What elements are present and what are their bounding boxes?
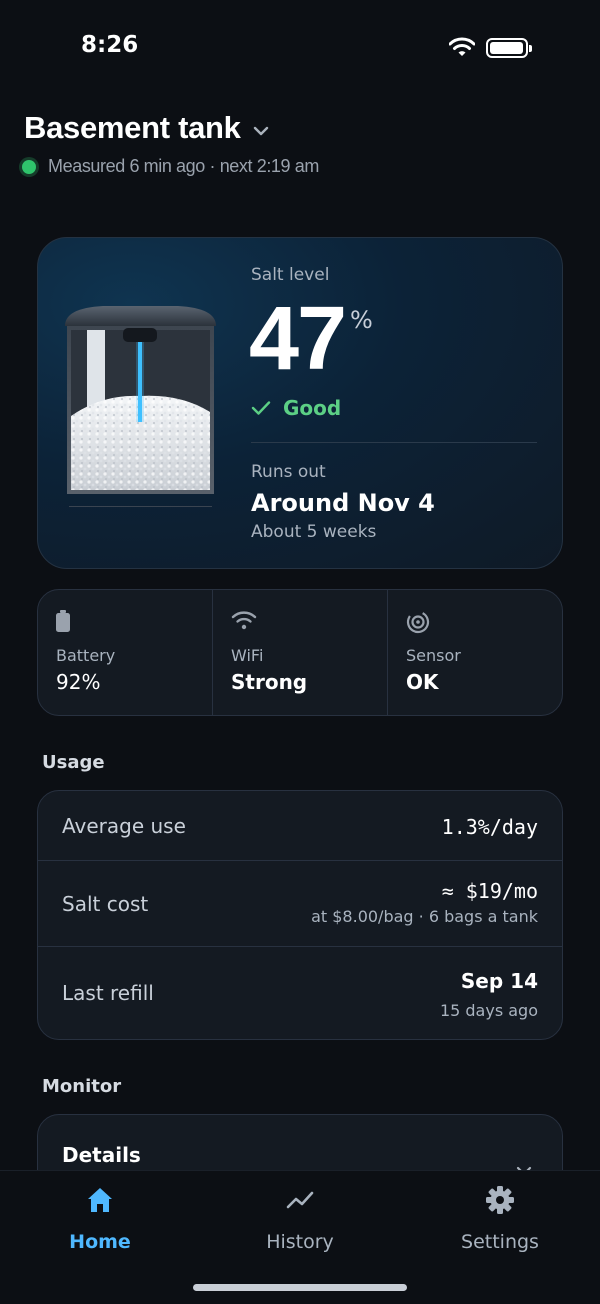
wifi-status-icon <box>448 37 476 61</box>
wifi-label: WiFi <box>231 646 264 665</box>
tab-history[interactable]: History <box>200 1185 400 1253</box>
status-dot-icon <box>22 159 36 174</box>
measured-status: Measured 6 min ago · next 2:19 am <box>22 156 319 177</box>
status-good-label: Good <box>283 396 342 420</box>
last-refill-value: Sep 14 <box>460 969 538 993</box>
average-use-row: Average use 1.3%/day <box>38 791 562 861</box>
page-title: Basement tank <box>24 110 241 145</box>
salt-cost-value: ≈ $19/mo <box>441 879 538 903</box>
gear-icon <box>400 1185 600 1217</box>
sensor-label: Sensor <box>406 646 461 665</box>
monitor-section-label: Monitor <box>42 1076 122 1097</box>
usage-section-label: Usage <box>42 752 105 773</box>
runs-out-date: Around Nov 4 <box>251 489 435 517</box>
measured-text: Measured 6 min ago · next 2:19 am <box>48 156 319 176</box>
wifi-cell: WiFi Strong <box>213 590 388 715</box>
history-icon <box>200 1185 400 1217</box>
device-status-card: Battery 92% WiFi Strong Sensor OK <box>37 589 563 716</box>
details-label: Details <box>62 1143 141 1167</box>
tab-home[interactable]: Home <box>0 1185 200 1253</box>
status-time: 8:26 <box>81 32 139 58</box>
salt-level-value: 47 <box>249 289 347 389</box>
tank-illustration <box>65 306 216 507</box>
battery-cell: Battery 92% <box>38 590 213 715</box>
wifi-value: Strong <box>231 670 308 694</box>
salt-cost-row: Salt cost ≈ $19/mo at $8.00/bag · 6 bags… <box>38 861 562 947</box>
sensor-icon <box>406 610 430 638</box>
home-icon <box>0 1185 200 1217</box>
home-indicator <box>193 1284 407 1291</box>
salt-level-unit: % <box>350 306 373 334</box>
status-good: Good <box>251 396 341 420</box>
salt-cost-label: Salt cost <box>62 892 149 916</box>
battery-value: 92% <box>56 670 101 694</box>
salt-level-card: Salt level 47 % Good Runs out Around Nov… <box>37 237 563 569</box>
runs-out-label: Runs out <box>251 462 326 482</box>
wifi-icon <box>231 610 257 634</box>
battery-status-icon <box>486 38 532 58</box>
sensor-value: OK <box>406 670 439 694</box>
tab-settings-label: Settings <box>461 1231 539 1253</box>
status-bar: 8:26 <box>0 0 600 96</box>
battery-label: Battery <box>56 646 116 665</box>
tank-selector[interactable]: Basement tank <box>24 110 269 146</box>
runs-out-weeks: About 5 weeks <box>251 522 377 542</box>
last-refill-sub: 15 days ago <box>439 1001 538 1020</box>
divider <box>251 442 537 443</box>
average-use-label: Average use <box>62 814 186 838</box>
tab-home-label: Home <box>69 1231 131 1253</box>
salt-cost-sub: at $8.00/bag · 6 bags a tank <box>311 907 538 926</box>
sensor-cell: Sensor OK <box>388 590 562 715</box>
check-icon <box>251 401 271 415</box>
salt-level-label: Salt level <box>251 265 330 285</box>
chevron-down-icon <box>253 121 269 140</box>
last-refill-label: Last refill <box>62 981 154 1005</box>
usage-card: Average use 1.3%/day Salt cost ≈ $19/mo … <box>37 790 563 1040</box>
last-refill-row: Last refill Sep 14 15 days ago <box>38 947 562 1041</box>
tab-settings[interactable]: Settings <box>400 1185 600 1253</box>
average-use-value: 1.3%/day <box>441 815 538 839</box>
battery-icon <box>56 610 70 636</box>
tab-history-label: History <box>266 1231 334 1253</box>
